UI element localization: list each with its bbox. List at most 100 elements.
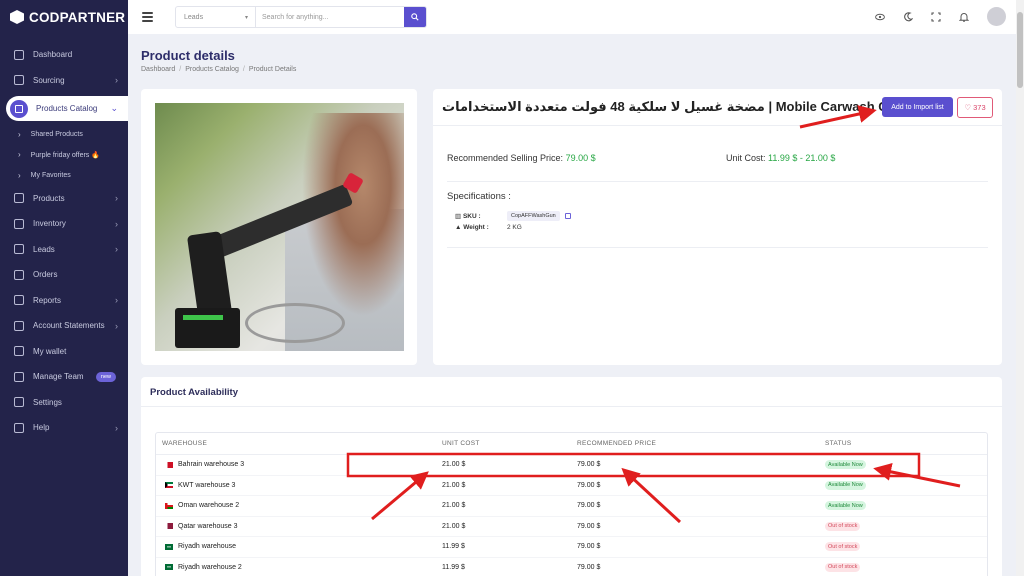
sidebar-item-reports[interactable]: Reports › (0, 288, 128, 314)
avatar[interactable] (987, 7, 1006, 26)
table-row: Bahrain warehouse 3 21.00 $ 79.00 $ Avai… (156, 455, 987, 476)
search-bar: Leads ▾ Search for anything... (175, 6, 427, 28)
brand-name: CODPARTNER (29, 9, 126, 25)
sidebar-item-sourcing[interactable]: Sourcing › (0, 68, 128, 94)
help-icon (14, 422, 24, 433)
breadcrumb-separator: / (242, 66, 245, 73)
sidebar-item-my-wallet[interactable]: My wallet (0, 339, 128, 365)
product-availability-card: Product Availability WAREHOUSE UNIT COST… (141, 377, 1002, 576)
sidebar-item-orders[interactable]: Orders (0, 262, 128, 288)
oman-flag-icon (165, 502, 173, 509)
status-badge: Available Now (825, 501, 866, 511)
chevron-right-icon: › (115, 75, 118, 86)
wallet-icon (14, 346, 24, 357)
divider (447, 247, 988, 248)
sidebar-item-inventory[interactable]: Inventory › (0, 211, 128, 237)
subitem-purple-friday[interactable]: › Purple friday offers 🔥 (0, 145, 128, 166)
scrollbar-thumb[interactable] (1017, 12, 1023, 88)
sidebar-nav: Dashboard Sourcing › Products Catalog ⌄ › S… (0, 42, 128, 441)
bar-chart-icon (14, 295, 24, 306)
product-image-card (141, 89, 417, 365)
subitem-shared-products[interactable]: › Shared Products (0, 124, 128, 145)
status-badge: Available Now (825, 460, 866, 470)
favorite-button[interactable]: ♡ 373 (957, 97, 993, 118)
column-header-recommended-price: RECOMMENDED PRICE (577, 440, 657, 447)
sidebar-item-products-catalog[interactable]: Products Catalog ⌄ (6, 96, 128, 121)
dashboard-icon (14, 49, 24, 60)
chevron-right-icon: › (115, 193, 118, 204)
saudi-flag-icon (165, 564, 173, 571)
availability-table: WAREHOUSE UNIT COST RECOMMENDED PRICE ST… (155, 432, 988, 576)
search-button[interactable] (404, 7, 426, 27)
kuwait-flag-icon (165, 482, 173, 489)
table-row: Oman warehouse 2 21.00 $ 79.00 $ Availab… (156, 496, 987, 517)
qatar-flag-icon (165, 523, 173, 530)
orders-icon (14, 269, 24, 280)
eye-icon[interactable] (875, 12, 885, 22)
divider (447, 181, 988, 182)
recommended-price: Recommended Selling Price: 79.00 $ (447, 153, 596, 163)
sidebar-item-manage-team[interactable]: Manage Team new (0, 364, 128, 390)
gear-icon (14, 397, 24, 408)
table-row: Qatar warehouse 3 21.00 $ 79.00 $ Out of… (156, 517, 987, 537)
topbar-actions (875, 7, 1006, 26)
product-title: مضخة غسيل لا سلكية 48 فولت متعددة الاستخ… (442, 99, 930, 114)
chevron-right-icon: › (18, 170, 21, 180)
search-scope-select[interactable]: Leads ▾ (176, 7, 256, 27)
breadcrumb-product-details: Product Details (248, 66, 297, 73)
breadcrumb: Dashboard / Products Catalog / Product Det… (141, 66, 296, 73)
divider (141, 406, 1002, 407)
logo-icon (10, 10, 24, 24)
sidebar: CODPARTNER Dashboard Sourcing › Products … (0, 0, 128, 576)
catalog-icon (10, 99, 28, 118)
new-badge: new (95, 371, 116, 382)
column-header-warehouse: WAREHOUSE (162, 440, 208, 447)
availability-title: Product Availability (150, 387, 238, 398)
weight-value: 2 KG (507, 224, 522, 231)
search-icon (411, 13, 419, 21)
status-badge: Out of stock (825, 562, 861, 572)
chevron-right-icon: › (115, 422, 118, 433)
document-icon (14, 320, 24, 331)
inventory-icon (14, 218, 24, 229)
sidebar-item-products[interactable]: Products › (0, 186, 128, 212)
unit-cost: Unit Cost: 11.99 $ - 21.00 $ (726, 153, 836, 163)
add-to-import-list-button[interactable]: Add to Import list (882, 97, 953, 117)
heart-icon: ♡ (964, 103, 972, 112)
sidebar-item-help[interactable]: Help › (0, 415, 128, 441)
status-badge: Out of stock (825, 521, 861, 531)
barcode-icon: ▥ (455, 213, 463, 220)
product-image[interactable] (155, 103, 404, 351)
moon-icon[interactable] (903, 11, 913, 22)
sidebar-item-account-statements[interactable]: Account Statements › (0, 313, 128, 339)
divider (433, 125, 1002, 126)
breadcrumb-products-catalog[interactable]: Products Catalog (185, 66, 239, 73)
fullscreen-icon[interactable] (931, 11, 941, 22)
bell-icon[interactable] (959, 12, 969, 22)
breadcrumb-dashboard[interactable]: Dashboard (141, 66, 175, 73)
chevron-right-icon: › (18, 150, 21, 160)
topbar: Leads ▾ Search for anything... (128, 0, 1016, 34)
weight-icon: ▲ (455, 224, 464, 231)
page-scrollbar[interactable] (1016, 0, 1024, 576)
team-icon (14, 371, 24, 382)
product-info-card: مضخة غسيل لا سلكية 48 فولت متعددة الاستخ… (433, 89, 1002, 365)
copy-icon[interactable] (564, 213, 571, 219)
sku-value: CopAFFWashGun (507, 211, 560, 221)
subitem-my-favorites[interactable]: › My Favorites (0, 165, 128, 186)
sidebar-item-settings[interactable]: Settings (0, 390, 128, 416)
column-header-unit-cost: UNIT COST (442, 440, 480, 447)
caret-down-icon: ▾ (244, 14, 248, 21)
specifications-title: Specifications : (447, 191, 511, 202)
search-input[interactable]: Search for anything... (256, 7, 404, 27)
spec-sku: ▥ SKU : CopAFFWashGun (455, 211, 571, 221)
brand-logo[interactable]: CODPARTNER (0, 0, 128, 34)
chevron-right-icon: › (115, 218, 118, 229)
chevron-right-icon: › (115, 295, 118, 306)
menu-toggle-icon[interactable] (142, 12, 153, 22)
saudi-flag-icon (165, 543, 173, 550)
sidebar-item-leads[interactable]: Leads › (0, 237, 128, 263)
sidebar-item-dashboard[interactable]: Dashboard (0, 42, 128, 68)
chevron-down-icon: ⌄ (110, 103, 118, 113)
leads-icon (14, 244, 24, 255)
